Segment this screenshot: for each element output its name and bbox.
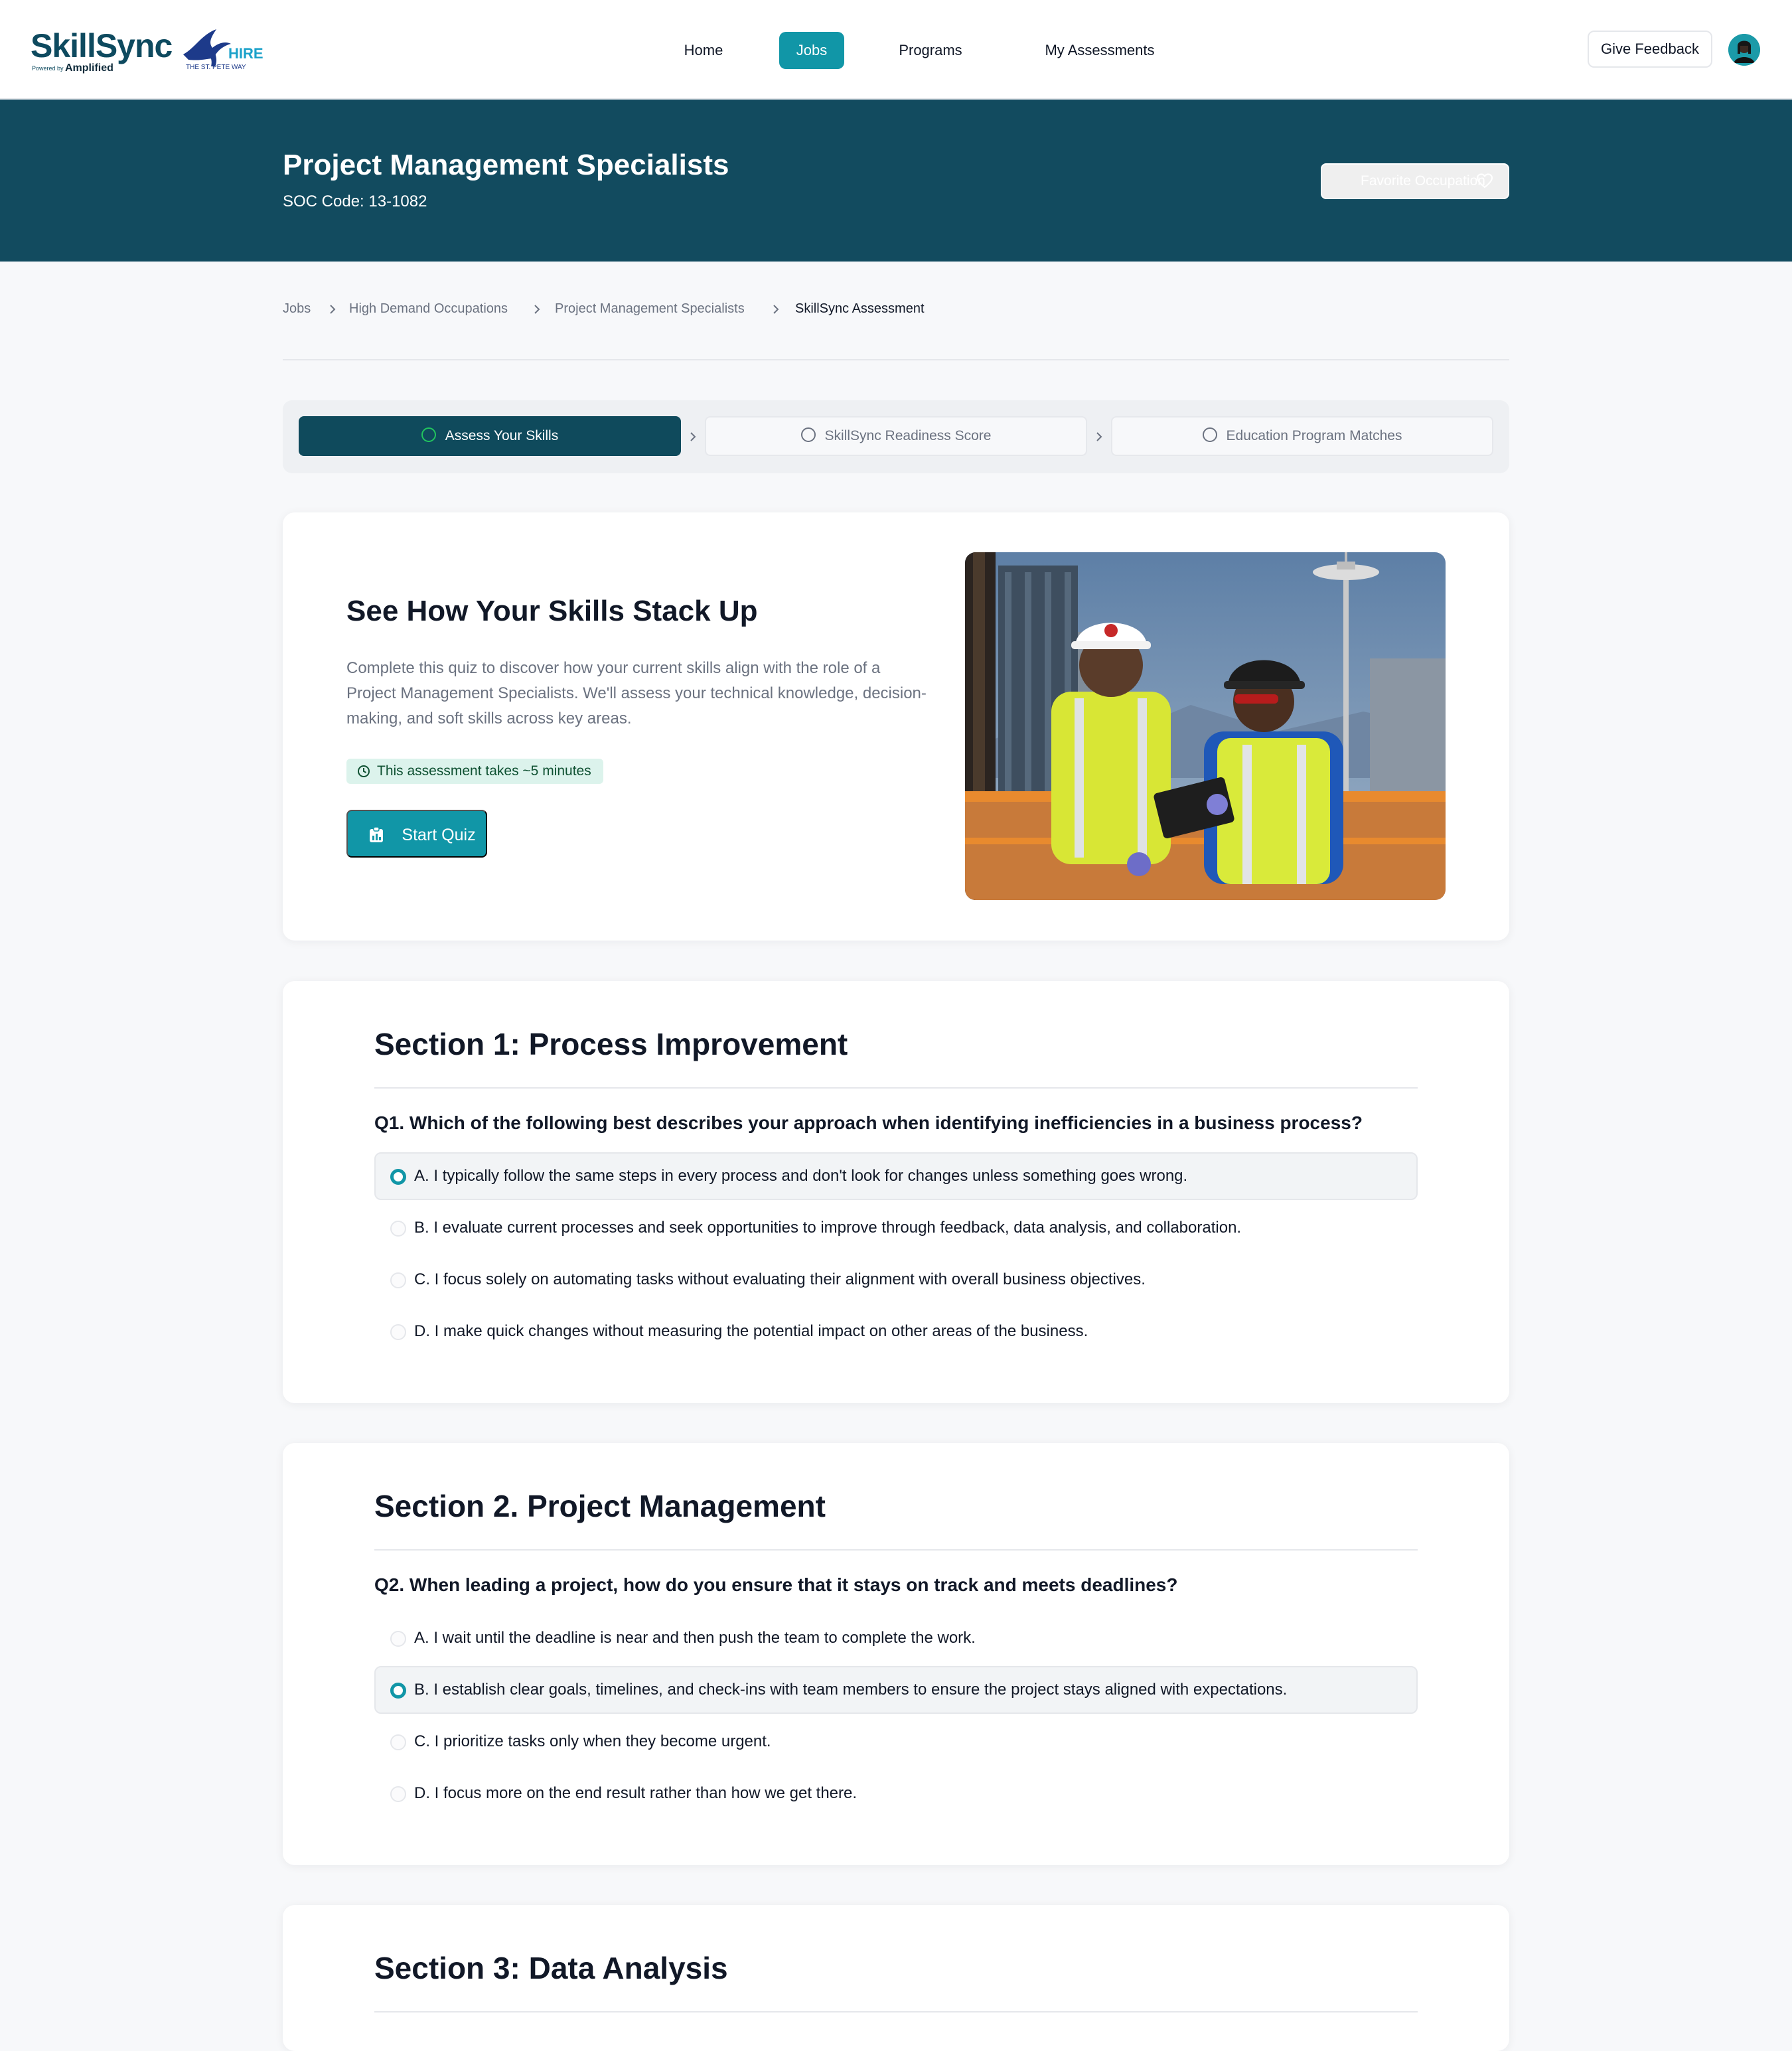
- logo-powered-by: Powered by: [32, 65, 64, 72]
- duration-text: This assessment takes ~5 minutes: [377, 763, 591, 779]
- radio-unselected[interactable]: [390, 1221, 406, 1237]
- top-nav: SkillSync Powered by Amplified HIRE THE …: [0, 0, 1792, 100]
- hire-st-pete-logo: HIRE THE ST. PETE WAY: [183, 29, 263, 71]
- step-status-icon: [421, 427, 436, 443]
- breadcrumb-high-demand[interactable]: High Demand Occupations: [349, 301, 508, 317]
- step-label: Assess Your Skills: [445, 428, 559, 443]
- chevron-right-icon: [534, 305, 540, 314]
- step-readiness-score[interactable]: SkillSync Readiness Score: [705, 416, 1087, 456]
- occupation-hero: Project Management Specialists SOC Code:…: [0, 100, 1792, 262]
- step-status-icon: [800, 427, 816, 443]
- soc-code: SOC Code: 13-1082: [283, 192, 427, 210]
- svg-text:HIRE: HIRE: [228, 45, 263, 62]
- question-text: Q2. When leading a project, how do you e…: [374, 1574, 1178, 1595]
- svg-text:THE ST. PETE WAY: THE ST. PETE WAY: [186, 64, 246, 71]
- chevron-right-icon: [1096, 432, 1102, 441]
- step-label: Education Program Matches: [1226, 428, 1402, 443]
- answer-text: B. I establish clear goals, timelines, a…: [414, 1681, 1288, 1699]
- radio-unselected[interactable]: [390, 1734, 406, 1750]
- answer-text: A. I wait until the deadline is near and…: [414, 1629, 976, 1647]
- logo-partner: Amplified: [65, 62, 113, 74]
- step-status-icon: [1202, 427, 1217, 443]
- answer-option-b[interactable]: B. I evaluate current processes and seek…: [374, 1204, 1418, 1252]
- quiz-section-2: Section 2. Project Management Q2. When l…: [283, 1443, 1509, 1865]
- radio-unselected[interactable]: [390, 1324, 406, 1340]
- chevron-right-icon: [773, 305, 779, 314]
- breadcrumb-jobs[interactable]: Jobs: [283, 301, 311, 317]
- answer-option-a[interactable]: A. I typically follow the same steps in …: [374, 1152, 1418, 1200]
- answer-text: D. I focus more on the end result rather…: [414, 1784, 858, 1802]
- step-assess-skills[interactable]: Assess Your Skills: [299, 416, 681, 456]
- intro-card: See How Your Skills Stack Up Complete th…: [283, 512, 1509, 941]
- answer-text: B. I evaluate current processes and seek…: [414, 1219, 1242, 1237]
- radio-unselected[interactable]: [390, 1786, 406, 1802]
- section-divider: [374, 2011, 1418, 2013]
- section-title: Section 1: Process Improvement: [374, 1027, 848, 1061]
- section-title: Section 2. Project Management: [374, 1489, 826, 1523]
- answer-option-c[interactable]: C. I prioritize tasks only when they bec…: [374, 1718, 1418, 1766]
- start-quiz-button[interactable]: Start Quiz: [346, 810, 487, 858]
- user-avatar[interactable]: [1728, 34, 1760, 66]
- intro-title: See How Your Skills Stack Up: [346, 595, 758, 627]
- nav-my-assessments[interactable]: My Assessments: [1029, 32, 1171, 69]
- answer-option-c[interactable]: C. I focus solely on automating tasks wi…: [374, 1256, 1418, 1304]
- answer-text: C. I focus solely on automating tasks wi…: [414, 1270, 1146, 1288]
- radio-selected[interactable]: [390, 1169, 406, 1185]
- clock-icon: [358, 765, 370, 777]
- occupation-title: Project Management Specialists: [283, 149, 729, 181]
- start-quiz-label: Start Quiz: [402, 826, 476, 844]
- answer-option-a[interactable]: A. I wait until the deadline is near and…: [374, 1614, 1418, 1662]
- construction-workers-photo: [965, 552, 1446, 900]
- breadcrumb-occupation[interactable]: Project Management Specialists: [555, 301, 745, 317]
- answer-option-d[interactable]: D. I make quick changes without measurin…: [374, 1308, 1418, 1355]
- question-text: Q1. Which of the following best describe…: [374, 1112, 1363, 1133]
- intro-description: Complete this quiz to discover how your …: [346, 659, 927, 727]
- chevron-right-icon: [330, 305, 336, 314]
- section-title: Section 3: Data Analysis: [374, 1951, 728, 1985]
- divider: [283, 359, 1509, 360]
- nav-jobs[interactable]: Jobs: [779, 32, 844, 69]
- answer-option-d[interactable]: D. I focus more on the end result rather…: [374, 1770, 1418, 1817]
- quiz-icon: [370, 827, 383, 842]
- favorite-occupation-button[interactable]: Favorite Occupation: [1321, 163, 1509, 199]
- breadcrumb-current: SkillSync Assessment: [795, 301, 925, 316]
- skillsync-logo[interactable]: SkillSync Powered by Amplified HIRE THE …: [31, 27, 263, 80]
- radio-unselected[interactable]: [390, 1272, 406, 1288]
- quiz-section-3: Section 3: Data Analysis: [283, 1905, 1509, 2051]
- section-divider: [374, 1549, 1418, 1551]
- assessment-stepper: Assess Your Skills SkillSync Readiness S…: [283, 400, 1509, 473]
- answer-text: C. I prioritize tasks only when they bec…: [414, 1732, 771, 1750]
- answer-text: A. I typically follow the same steps in …: [414, 1167, 1188, 1185]
- step-program-matches[interactable]: Education Program Matches: [1111, 416, 1493, 456]
- quiz-section-1: Section 1: Process Improvement Q1. Which…: [283, 981, 1509, 1403]
- radio-unselected[interactable]: [390, 1631, 406, 1647]
- answer-text: D. I make quick changes without measurin…: [414, 1322, 1088, 1340]
- nav-home[interactable]: Home: [670, 32, 737, 69]
- section-divider: [374, 1087, 1418, 1089]
- favorite-label: Favorite Occupation: [1361, 173, 1485, 189]
- answer-option-b[interactable]: B. I establish clear goals, timelines, a…: [374, 1666, 1418, 1714]
- step-label: SkillSync Readiness Score: [824, 428, 992, 443]
- heart-icon: [1476, 173, 1493, 189]
- give-feedback-button[interactable]: Give Feedback: [1588, 31, 1712, 68]
- chevron-right-icon: [690, 432, 696, 441]
- logo-wordmark: SkillSync: [31, 27, 173, 64]
- duration-badge: This assessment takes ~5 minutes: [346, 759, 603, 784]
- nav-programs[interactable]: Programs: [889, 32, 972, 69]
- radio-selected[interactable]: [390, 1683, 406, 1699]
- avatar-icon: [1728, 34, 1760, 66]
